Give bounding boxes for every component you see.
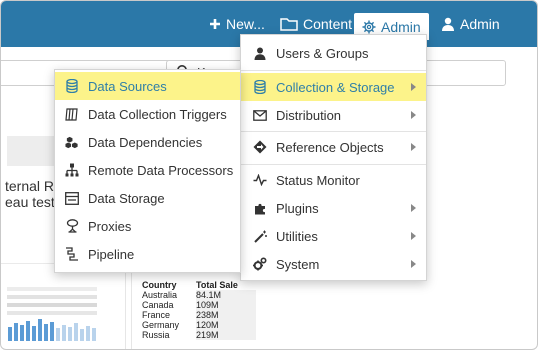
- database-icon: [253, 80, 267, 94]
- diamond-arrow-icon: [253, 140, 267, 154]
- submenu-item-data-dependencies[interactable]: Data Dependencies: [55, 128, 240, 156]
- storage-icon: [65, 191, 79, 205]
- menu-item-label: Collection & Storage: [276, 79, 395, 95]
- wand-icon: [253, 229, 267, 243]
- menu-item-users-groups[interactable]: Users & Groups: [241, 39, 426, 67]
- table-cell: Russia: [142, 330, 170, 340]
- admin-dropdown-menu: Users & Groups Collection & Storage Dist…: [240, 34, 427, 281]
- submenu-item-proxies[interactable]: Proxies: [55, 212, 240, 240]
- user-account-button[interactable]: Admin: [441, 1, 500, 47]
- submenu-item-data-sources[interactable]: Data Sources: [55, 72, 240, 100]
- cubes-icon: [65, 135, 79, 149]
- user-icon: [253, 46, 267, 60]
- puzzle-icon: [253, 201, 267, 215]
- table-row: Australia 84.1M: [142, 290, 256, 300]
- table-cell: Australia: [142, 290, 178, 300]
- background-text-line: eau test: [5, 194, 55, 210]
- pipeline-icon: [65, 247, 79, 261]
- menu-item-status-monitor[interactable]: Status Monitor: [241, 166, 426, 194]
- plus-icon: [209, 18, 221, 30]
- submenu-item-label: Data Sources: [88, 78, 167, 94]
- chevron-right-icon: [411, 83, 416, 91]
- menu-item-label: Plugins: [276, 200, 319, 216]
- gear-icon: [362, 20, 376, 34]
- pulse-icon: [253, 173, 267, 187]
- database-icon: [65, 79, 79, 93]
- folder-icon: [280, 17, 298, 31]
- menu-item-label: Reference Objects: [276, 139, 384, 155]
- submenu-item-label: Pipeline: [88, 246, 135, 262]
- menu-item-label: Users & Groups: [276, 45, 369, 61]
- table-cell: 84.1M: [196, 290, 256, 300]
- table-cell: France: [142, 310, 171, 320]
- menu-divider: [241, 131, 426, 132]
- country-sales-table: Country Total Sale Australia 84.1M Canad…: [142, 280, 256, 340]
- dashboard-thumbnail: [5, 281, 99, 343]
- menu-divider: [241, 164, 426, 165]
- table-cell: Germany: [142, 320, 180, 330]
- proxy-icon: [65, 219, 79, 233]
- table-row: Russia 219M: [142, 330, 256, 340]
- submenu-item-label: Proxies: [88, 218, 132, 234]
- submenu-item-data-storage[interactable]: Data Storage: [55, 184, 240, 212]
- table-header-cell: Country: [142, 280, 177, 290]
- submenu-item-data-collection-triggers[interactable]: Data Collection Triggers: [55, 100, 240, 128]
- trigger-icon: [65, 107, 79, 121]
- background-text-line: ternal R: [5, 178, 55, 194]
- submenu-item-label: Data Storage: [88, 190, 165, 206]
- menu-item-label: System: [276, 256, 320, 272]
- menu-item-label: Utilities: [276, 228, 318, 244]
- table-row: Canada 109M: [142, 300, 256, 310]
- menu-item-label: Distribution: [276, 107, 342, 123]
- table-cell: 238M: [196, 310, 256, 320]
- divider: [131, 266, 132, 349]
- submenu-item-label: Remote Data Processors: [88, 162, 234, 178]
- chevron-right-icon: [411, 232, 416, 240]
- menu-item-utilities[interactable]: Utilities: [241, 222, 426, 250]
- chevron-right-icon: [411, 111, 416, 119]
- admin-tab-label: Admin: [381, 18, 421, 35]
- submenu-item-label: Data Collection Triggers: [88, 106, 227, 122]
- divider: [125, 266, 126, 349]
- cogs-icon: [253, 257, 267, 271]
- chevron-right-icon: [411, 204, 416, 212]
- menu-item-distribution[interactable]: Distribution: [241, 101, 426, 129]
- content-label: Content: [303, 16, 353, 32]
- menu-item-plugins[interactable]: Plugins: [241, 194, 426, 222]
- submenu-item-pipeline[interactable]: Pipeline: [55, 240, 240, 268]
- collection-storage-submenu: Data Sources Data Collection Triggers Da…: [54, 69, 241, 273]
- table-cell: 109M: [196, 300, 256, 310]
- table-row: Germany 120M: [142, 320, 256, 330]
- menu-item-system[interactable]: System: [241, 250, 426, 278]
- menu-item-reference-objects[interactable]: Reference Objects: [241, 133, 426, 161]
- menu-divider: [241, 70, 426, 71]
- submenu-item-remote-data-processors[interactable]: Remote Data Processors: [55, 156, 240, 184]
- menu-item-label: Status Monitor: [276, 172, 360, 188]
- table-cell: Canada: [142, 300, 174, 310]
- menu-item-collection-storage[interactable]: Collection & Storage: [241, 73, 426, 101]
- new-label: New...: [226, 16, 265, 32]
- table-row: France 238M: [142, 310, 256, 320]
- user-label: Admin: [460, 16, 500, 32]
- network-icon: [65, 163, 79, 177]
- user-icon: [441, 17, 455, 31]
- table-cell: 120M: [196, 320, 256, 330]
- table-header-cell: Total Sale: [196, 280, 238, 290]
- chevron-right-icon: [411, 143, 416, 151]
- app-window: New... Content Admin Admin K ternal R ea…: [0, 0, 538, 350]
- chevron-right-icon: [411, 260, 416, 268]
- table-cell: 219M: [196, 330, 256, 340]
- envelope-icon: [253, 108, 267, 122]
- submenu-item-label: Data Dependencies: [88, 134, 203, 150]
- table-header-row: Country Total Sale: [142, 280, 256, 290]
